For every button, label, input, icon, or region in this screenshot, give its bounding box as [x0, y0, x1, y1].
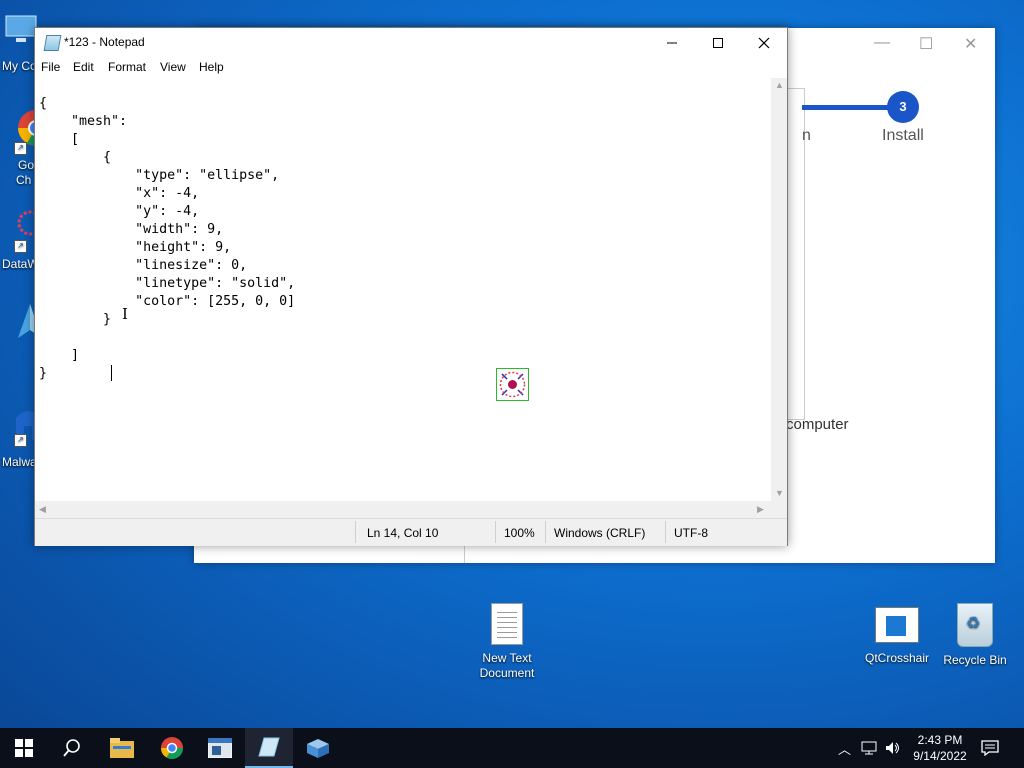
step-label-partial: n [802, 127, 811, 144]
start-button[interactable] [0, 728, 48, 768]
close-button[interactable] [741, 28, 787, 58]
desktop-icon-label: New Text Document [479, 651, 535, 680]
desktop-icon-label: Recycle Bin [943, 653, 1007, 667]
progress-connector [802, 105, 892, 110]
close-icon [758, 37, 770, 49]
notepad-window[interactable]: *123 - Notepad File Edit Format View Hel… [34, 27, 788, 546]
horizontal-scrollbar[interactable]: ◀ ▶ [35, 501, 771, 518]
scroll-up-icon[interactable]: ▲ [775, 80, 784, 90]
scroll-right-icon[interactable]: ▶ [757, 504, 764, 515]
qtcrosshair-overlay[interactable] [496, 368, 529, 401]
menu-help[interactable]: Help [199, 60, 224, 74]
step-indicator: 3 [887, 91, 919, 123]
menu-edit[interactable]: Edit [73, 60, 94, 74]
start-icon [15, 739, 33, 757]
vertical-scrollbar[interactable]: ▲ ▼ [771, 78, 787, 501]
status-separator [355, 521, 356, 543]
desktop-icon-new-text-document[interactable]: New Text Document [469, 603, 545, 681]
minimize-button[interactable] [649, 28, 695, 58]
minimize-icon[interactable]: — [874, 34, 890, 52]
ibeam-cursor-icon: I [122, 305, 128, 323]
shortcut-arrow-icon: ↗ [14, 240, 27, 253]
network-icon[interactable] [861, 741, 877, 755]
title-bar[interactable]: *123 - Notepad [35, 28, 787, 58]
taskbar: ︿ 2:43 PM 9/14/2022 [0, 728, 1024, 768]
action-center-button[interactable] [968, 728, 1012, 768]
maximize-icon[interactable]: ☐ [919, 34, 933, 54]
system-tray: ︿ [838, 728, 901, 768]
taskbar-file-explorer[interactable] [98, 728, 146, 768]
recycle-bin-icon: ♻ [957, 603, 993, 647]
notification-icon [981, 740, 999, 756]
desktop-icon-label: Go [18, 158, 35, 172]
menu-format[interactable]: Format [108, 60, 146, 74]
search-icon [63, 739, 80, 757]
desktop-icon-label-2: Ch [16, 173, 32, 187]
crosshair-icon [499, 371, 526, 398]
text-editor[interactable]: { "mesh": [ { "type": "ellipse", "x": -4… [35, 81, 771, 501]
text-document-icon [491, 603, 523, 645]
installer-body-text: computer [786, 416, 849, 433]
qtcrosshair-icon [875, 607, 919, 643]
desktop-icon-label: My Co [2, 59, 37, 73]
app-window-icon [208, 738, 232, 758]
status-zoom: 100% [504, 526, 535, 540]
taskbar-package[interactable] [294, 728, 342, 768]
status-encoding: UTF-8 [674, 526, 708, 540]
shortcut-arrow-icon: ↗ [14, 142, 27, 155]
notepad-icon [43, 35, 62, 51]
clock-date: 9/14/2022 [913, 749, 967, 763]
taskbar-chrome[interactable] [148, 728, 196, 768]
text-caret [111, 365, 112, 381]
notepad-icon [258, 737, 280, 757]
size-grip[interactable] [771, 501, 787, 518]
window-title: *123 - Notepad [64, 35, 145, 49]
scroll-left-icon[interactable]: ◀ [39, 504, 46, 515]
menu-view[interactable]: View [160, 60, 186, 74]
chevron-up-icon[interactable]: ︿ [838, 739, 851, 758]
volume-icon[interactable] [885, 741, 901, 755]
step-label-install: Install [882, 127, 924, 144]
file-explorer-icon [110, 738, 134, 758]
desktop-icon-qtcrosshair[interactable]: QtCrosshair [859, 603, 935, 666]
taskbar-clock[interactable]: 2:43 PM 9/14/2022 [902, 732, 978, 764]
desktop-icon-label: Malwa [2, 455, 37, 469]
maximize-icon [713, 38, 723, 48]
menu-bar: File Edit Format View Help [35, 58, 787, 78]
maximize-button[interactable] [695, 28, 741, 58]
status-separator [545, 521, 546, 543]
divider [464, 544, 465, 563]
scroll-down-icon[interactable]: ▼ [775, 488, 784, 498]
editor-content[interactable]: { "mesh": [ { "type": "ellipse", "x": -4… [39, 95, 295, 383]
taskbar-notepad[interactable] [245, 728, 293, 768]
close-icon[interactable]: ✕ [964, 34, 977, 54]
desktop-icon-recycle-bin[interactable]: ♻ Recycle Bin [937, 603, 1013, 668]
shortcut-arrow-icon: ↗ [14, 434, 27, 447]
desktop-icon-label: QtCrosshair [864, 651, 929, 665]
status-cursor-position: Ln 14, Col 10 [367, 526, 439, 540]
status-bar: Ln 14, Col 10 100% Windows (CRLF) UTF-8 [35, 518, 787, 546]
status-separator [495, 521, 496, 543]
taskbar-app-window[interactable] [196, 728, 244, 768]
status-separator [665, 521, 666, 543]
this-pc-icon [5, 15, 37, 42]
package-icon [307, 739, 329, 758]
minimize-icon [667, 42, 677, 44]
search-button[interactable] [48, 728, 96, 768]
clock-time: 2:43 PM [917, 733, 963, 747]
menu-file[interactable]: File [41, 60, 60, 74]
chrome-icon [161, 737, 183, 759]
status-line-ending: Windows (CRLF) [554, 526, 646, 540]
